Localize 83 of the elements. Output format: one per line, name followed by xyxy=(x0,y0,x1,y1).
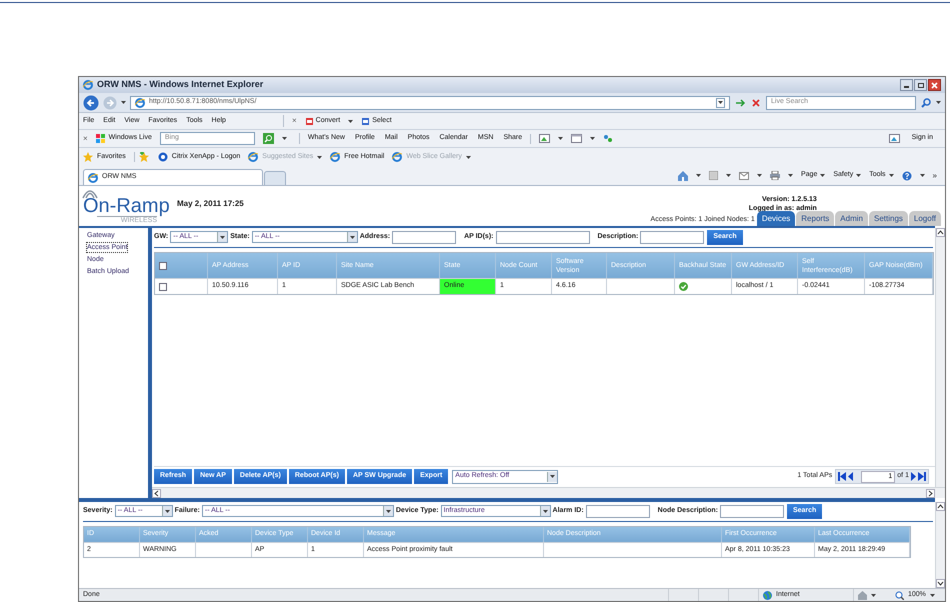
search-button[interactable] xyxy=(262,133,274,144)
last-page-icon[interactable] xyxy=(918,472,926,481)
globe-icon xyxy=(392,152,402,162)
back-button[interactable] xyxy=(83,94,99,110)
mail-icon[interactable] xyxy=(738,172,749,180)
caret-icon xyxy=(466,156,471,158)
picture-icon[interactable] xyxy=(888,134,900,143)
input-field[interactable] xyxy=(392,230,456,244)
document-icon xyxy=(304,116,314,126)
input-field[interactable] xyxy=(640,230,704,244)
printer-icon[interactable] xyxy=(770,171,780,180)
maximize-button[interactable] xyxy=(914,79,927,91)
minimize-button[interactable] xyxy=(900,79,913,91)
caret-icon xyxy=(920,174,925,177)
select-all-checkbox[interactable] xyxy=(159,262,167,270)
nav-tab[interactable]: Logoff xyxy=(908,211,941,226)
caret-icon xyxy=(936,101,941,104)
window-icon[interactable] xyxy=(571,134,582,143)
caret-icon xyxy=(718,101,723,104)
refresh-icon[interactable] xyxy=(734,96,746,108)
caret-icon xyxy=(590,137,596,140)
nav-tab[interactable]: Admin xyxy=(835,211,868,226)
globe-icon xyxy=(88,172,98,182)
help-icon[interactable] xyxy=(902,170,912,180)
caret-icon xyxy=(220,236,226,238)
close-toolbar-button[interactable]: × xyxy=(83,132,88,144)
caret-icon xyxy=(164,510,170,512)
caret-icon xyxy=(542,510,548,512)
house-icon[interactable] xyxy=(858,590,867,600)
close-button[interactable] xyxy=(928,79,941,91)
scroll-left-icon xyxy=(152,488,161,498)
caret-icon xyxy=(558,137,564,140)
caret-icon xyxy=(282,137,287,140)
caret-icon xyxy=(317,156,322,158)
scroll-right-icon xyxy=(926,488,935,498)
more-button[interactable]: » xyxy=(932,170,937,182)
nav-tab[interactable]: Devices xyxy=(756,211,796,226)
input-field[interactable] xyxy=(586,504,650,518)
close-icon xyxy=(931,82,938,88)
picture-icon[interactable] xyxy=(539,134,550,143)
window-title: ORW NMS - Windows Internet Explorer xyxy=(97,78,264,92)
logo-text: On-Ramp xyxy=(83,196,170,216)
caret-icon xyxy=(756,174,762,177)
caret-icon xyxy=(871,594,876,596)
input-field[interactable] xyxy=(720,504,784,518)
next-page-icon[interactable] xyxy=(911,472,916,481)
vertical-scrollbar[interactable] xyxy=(935,502,945,588)
date-text: May 2, 2011 17:25 xyxy=(177,199,244,208)
add-favorite-icon[interactable] xyxy=(134,152,150,162)
caret-icon xyxy=(820,174,826,177)
caret-icon xyxy=(550,475,556,478)
caret-icon xyxy=(788,174,793,177)
nav-tab[interactable]: Reports xyxy=(796,211,834,226)
home-icon[interactable] xyxy=(678,170,688,180)
document-icon xyxy=(361,116,370,126)
caret-icon xyxy=(348,120,354,122)
nav-tab[interactable]: Settings xyxy=(868,211,908,226)
caret-icon xyxy=(930,594,935,596)
globe-icon xyxy=(330,152,340,162)
caret-icon xyxy=(888,174,894,177)
first-page-icon[interactable] xyxy=(838,472,846,481)
previous-page-icon[interactable] xyxy=(848,472,854,481)
zoom-icon[interactable] xyxy=(895,590,904,600)
citrix-icon xyxy=(158,152,168,162)
globe-icon xyxy=(83,80,93,90)
horizontal-scrollbar[interactable] xyxy=(152,487,945,498)
globe-icon xyxy=(763,590,772,600)
stop-icon[interactable] xyxy=(750,96,762,108)
input-field[interactable] xyxy=(496,230,590,244)
vertical-scrollbar[interactable] xyxy=(935,228,945,487)
windows-logo-icon xyxy=(96,134,105,143)
caret-icon xyxy=(726,174,731,177)
caret-icon xyxy=(386,510,391,512)
globe-icon xyxy=(135,98,145,108)
globe-icon xyxy=(248,152,258,162)
caret-icon xyxy=(121,101,126,104)
star-icon xyxy=(83,152,93,162)
caret-icon xyxy=(696,174,701,177)
row-checkbox[interactable] xyxy=(159,282,167,290)
caret-icon xyxy=(856,174,862,177)
caret-icon xyxy=(350,236,355,238)
close-toolbar-button[interactable]: × xyxy=(292,115,297,127)
search-icon[interactable] xyxy=(920,96,932,108)
